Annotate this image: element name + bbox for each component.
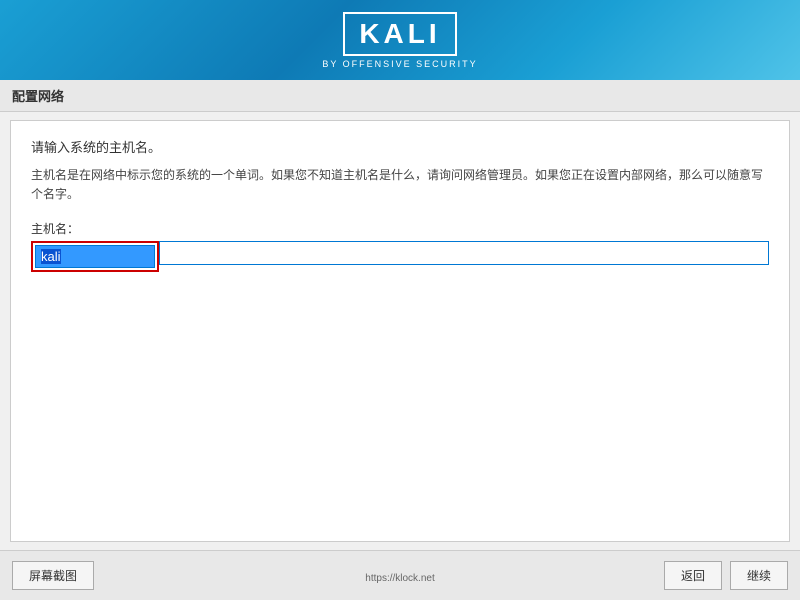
hostname-input-short[interactable] xyxy=(35,245,155,268)
hostname-label: 主机名： xyxy=(31,220,769,237)
footer-right: 返回 继续 xyxy=(664,561,788,590)
back-button[interactable]: 返回 xyxy=(664,561,722,590)
footer-url: https://klock.net xyxy=(365,573,434,584)
logo-container: KALI BY OFFENSIVE SECURITY xyxy=(322,12,477,69)
logo-subtext: BY OFFENSIVE SECURITY xyxy=(322,59,477,69)
continue-button[interactable]: 继续 xyxy=(730,561,788,590)
instruction-body: 主机名是在网络中标示您的系统的一个单词。如果您不知道主机名是什么，请询问网络管理… xyxy=(31,166,769,204)
instruction-title: 请输入系统的主机名。 xyxy=(31,137,769,156)
page-title-bar: 配置网络 xyxy=(0,80,800,112)
header: KALI BY OFFENSIVE SECURITY xyxy=(0,0,800,80)
logo-box: KALI xyxy=(343,12,456,56)
hostname-input-row xyxy=(31,241,769,272)
footer-left: 屏幕截图 xyxy=(12,561,94,590)
main-content: 请输入系统的主机名。 主机名是在网络中标示您的系统的一个单词。如果您不知道主机名… xyxy=(10,120,790,542)
screenshot-button[interactable]: 屏幕截图 xyxy=(12,561,94,590)
footer: 屏幕截图 https://klock.net 返回 继续 xyxy=(0,550,800,600)
hostname-highlight-box xyxy=(31,241,159,272)
page-title: 配置网络 xyxy=(12,89,64,104)
logo-text: KALI xyxy=(359,18,440,49)
hostname-input-full[interactable] xyxy=(159,241,769,265)
